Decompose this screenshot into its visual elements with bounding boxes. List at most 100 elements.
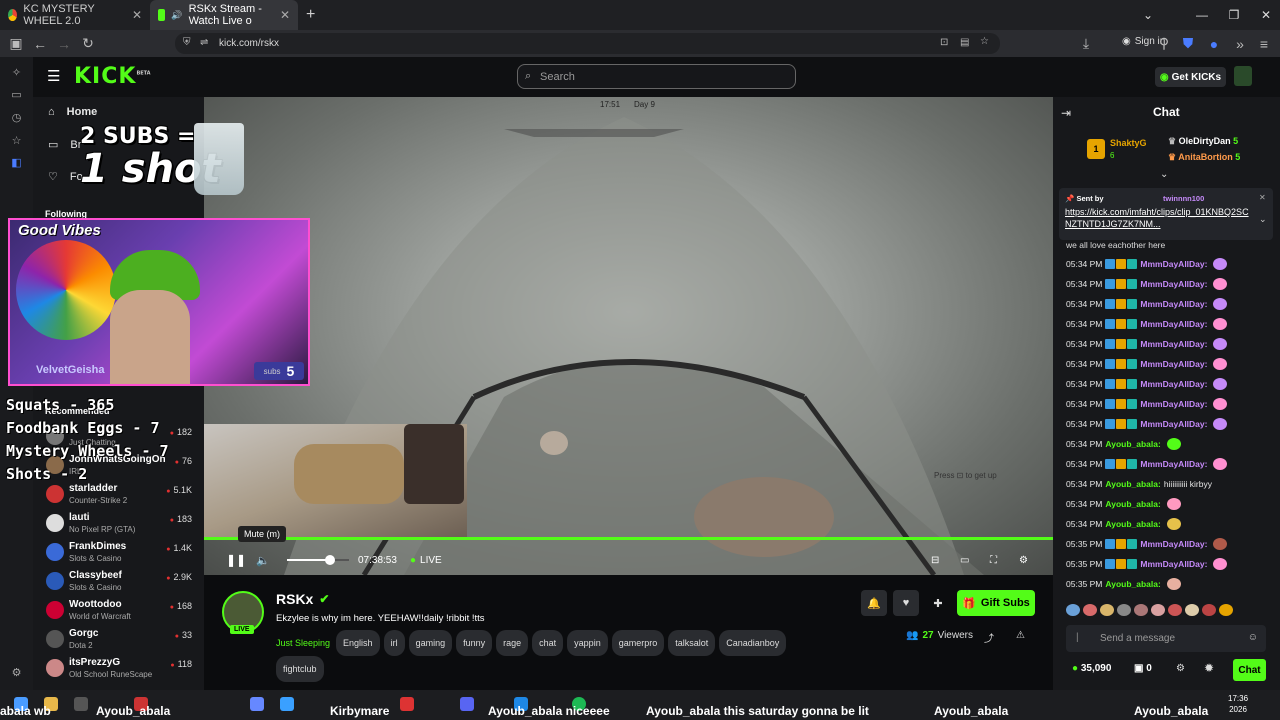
discord-icon[interactable] [460, 697, 474, 711]
sidebar-item-home[interactable]: ⌂ Home [48, 106, 97, 118]
pinned-user[interactable]: twinnnn100 [1163, 194, 1204, 203]
chat-username[interactable]: MmmDayAllDay: [1140, 379, 1207, 389]
sidebar-channel-item[interactable]: Woottodoo World of Warcraft 168 [46, 597, 202, 625]
new-tab-button[interactable]: + [298, 0, 322, 30]
emote-icon[interactable] [1117, 604, 1131, 616]
sidebar-item-browse[interactable]: ▭ Br [48, 138, 81, 152]
close-icon[interactable]: ✕ [132, 8, 142, 22]
stream-tag[interactable]: rage [496, 630, 529, 656]
url-field[interactable]: ⛨ ⇌ kick.com/rskx ⊡ ▤ ☆ [175, 33, 1000, 54]
share-icon[interactable]: ⤴ [984, 630, 994, 645]
app-icon[interactable] [250, 697, 264, 711]
forward-icon[interactable]: → [52, 32, 76, 56]
collapse-chat-icon[interactable]: ⇥ [1061, 106, 1071, 120]
bookmark-star-icon[interactable]: ☆ [980, 36, 989, 47]
clip-icon[interactable]: ⊟ [931, 552, 939, 568]
stream-tag[interactable]: funny [456, 630, 493, 656]
leader-name[interactable]: ♛ OleDirtyDan 5 [1168, 136, 1238, 147]
tab-mystery-wheel[interactable]: KC MYSTERY WHEEL 2.0 ✕ [0, 0, 150, 30]
sidebar-channel-item[interactable]: Classybeef Slots & Casino 2.9K [46, 568, 202, 596]
stream-tag[interactable]: yappin [567, 630, 608, 656]
chat-username[interactable]: MmmDayAllDay: [1140, 259, 1207, 269]
report-icon[interactable]: ⚠ [1016, 630, 1025, 641]
unpin-icon[interactable]: ✕ [1259, 193, 1266, 202]
sidebar-channel-item[interactable]: lauti No Pixel RP (GTA) 183 [46, 510, 202, 538]
back-icon[interactable]: ← [28, 32, 52, 56]
expand-leaderboard-icon[interactable]: ⌄ [1160, 169, 1168, 180]
sidebar-channel-item[interactable]: starladder Counter-Strike 2 5.1K [46, 481, 202, 509]
leader-name[interactable]: ShaktyG [1110, 138, 1147, 148]
kick-logo[interactable]: KICKBETA [74, 64, 151, 89]
notification-bell-icon[interactable]: 🔔 [861, 590, 887, 616]
site-settings-icon[interactable]: ⇌ [200, 37, 208, 48]
boost-icon[interactable]: ✚ [925, 590, 951, 616]
reload-icon[interactable]: ↻ [76, 32, 100, 56]
pinned-link[interactable]: https://kick.com/imfaht/clips/clip_01KNB… [1065, 206, 1251, 230]
emote-icon[interactable] [1134, 604, 1148, 616]
stream-progress-bar[interactable] [204, 537, 1053, 540]
gift-count[interactable]: ▣ 0 [1134, 663, 1152, 674]
emote-icon[interactable] [1083, 604, 1097, 616]
pause-button[interactable]: ❚❚ [226, 552, 246, 568]
chat-username[interactable]: Ayoub_abala: [1105, 519, 1160, 529]
app-icon[interactable] [74, 697, 88, 711]
emote-icon[interactable] [1066, 604, 1080, 616]
expand-pinned-icon[interactable]: ⌄ [1259, 214, 1267, 225]
chat-settings-icon[interactable]: ⚙ [1176, 663, 1185, 674]
fullscreen-icon[interactable]: ⛶ [990, 552, 997, 568]
emote-icon[interactable] [1219, 604, 1233, 616]
get-kicks-button[interactable]: ◉ Get KICKs [1155, 67, 1226, 87]
extensions-icon[interactable]: ⚲ [1152, 32, 1176, 56]
download-icon[interactable]: ⤓ [1074, 32, 1098, 56]
maximize-icon[interactable]: ❐ [1218, 0, 1250, 30]
stream-tag[interactable]: chat [532, 630, 564, 656]
stream-tag[interactable]: talksalot [668, 630, 716, 656]
minimize-icon[interactable]: — [1186, 0, 1218, 30]
settings-icon[interactable]: ⚙ [10, 667, 23, 680]
save-page-icon[interactable]: ▤ [960, 37, 969, 48]
stream-tag[interactable]: gaming [408, 630, 453, 656]
send-chat-button[interactable]: Chat [1233, 659, 1266, 681]
emote-icon[interactable] [1168, 604, 1182, 616]
history-icon[interactable]: ◷ [10, 112, 23, 125]
emoji-picker-icon[interactable]: ☺ [1248, 632, 1258, 643]
wallet-icon[interactable]: ◧ [10, 157, 23, 170]
chat-username[interactable]: MmmDayAllDay: [1140, 359, 1207, 369]
emote-icon[interactable] [1100, 604, 1114, 616]
site-info-icon[interactable]: ⛨ [183, 37, 191, 48]
emote-menu-icon[interactable]: ✹ [1204, 661, 1214, 675]
search-input[interactable]: ⌕ Search [517, 64, 796, 89]
reading-list-icon[interactable]: ▭ [10, 89, 23, 102]
category-link[interactable]: Just Sleeping [276, 638, 330, 648]
chat-username[interactable]: MmmDayAllDay: [1140, 399, 1207, 409]
stream-tag[interactable]: fightclub [276, 656, 324, 682]
more-tools-icon[interactable]: » [1228, 32, 1252, 56]
audio-icon[interactable]: 🔊 [171, 10, 182, 21]
chat-input[interactable]: | Send a message ☺ [1066, 625, 1266, 652]
sidebar-channel-item[interactable]: itsPrezzyG Old School RuneScape 118 [46, 655, 202, 683]
tab-search-icon[interactable]: ⌄ [1132, 0, 1164, 30]
system-clock[interactable]: 17:36 2026 [1228, 693, 1248, 715]
chat-username[interactable]: MmmDayAllDay: [1140, 319, 1207, 329]
tab-rskx-stream[interactable]: 🔊 RSKx Stream - Watch Live o ✕ [150, 0, 298, 30]
chat-username[interactable]: MmmDayAllDay: [1140, 419, 1207, 429]
emote-icon[interactable] [1185, 604, 1199, 616]
app-icon[interactable] [280, 697, 294, 711]
stream-tag[interactable]: gamerpro [611, 630, 665, 656]
chat-username[interactable]: MmmDayAllDay: [1140, 459, 1207, 469]
screenshot-icon[interactable]: ⊡ [940, 37, 948, 48]
close-icon[interactable]: ✕ [280, 8, 290, 22]
chat-username[interactable]: Ayoub_abala: [1105, 439, 1160, 449]
chat-username[interactable]: MmmDayAllDay: [1140, 539, 1207, 549]
sidebar-item-following[interactable]: ♡ Fo [48, 170, 83, 184]
avatar[interactable] [1234, 66, 1252, 86]
follow-heart-icon[interactable]: ♥ [893, 590, 919, 616]
live-indicator[interactable]: ● LIVE [410, 552, 442, 568]
chat-username[interactable]: Ayoub_abala: [1105, 479, 1160, 489]
chat-username[interactable]: MmmDayAllDay: [1140, 559, 1207, 569]
sidebar-channel-item[interactable]: FrankDimes Slots & Casino 1.4K [46, 539, 202, 567]
profile-icon[interactable]: ● [1202, 32, 1226, 56]
stream-tag[interactable]: irl [383, 630, 405, 656]
gift-subs-button[interactable]: 🎁 Gift Subs [957, 590, 1035, 616]
channel-points[interactable]: ● 35,090 [1072, 663, 1111, 674]
